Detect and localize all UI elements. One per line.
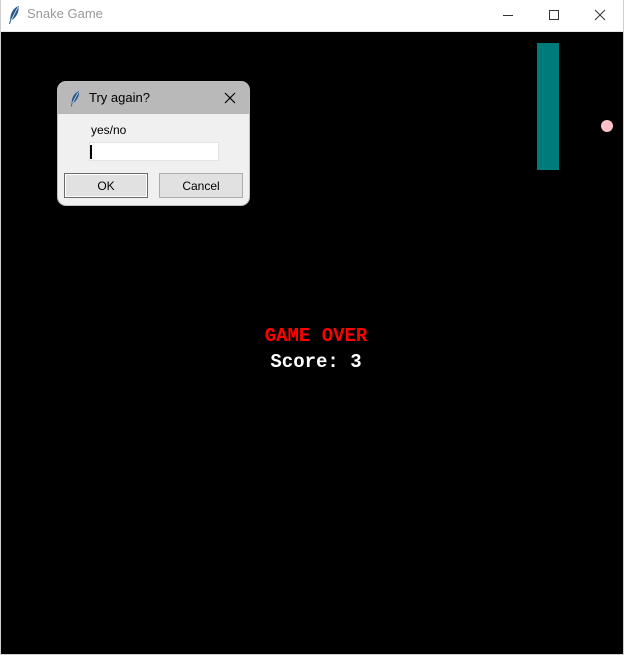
minimize-button[interactable] <box>485 0 531 30</box>
feather-icon <box>9 6 19 24</box>
app-window: Snake Game GAME OVER Score: 3 Try again?… <box>0 0 624 655</box>
score-text: Score: 3 <box>270 351 362 373</box>
close-button[interactable] <box>577 0 623 30</box>
text-caret <box>90 145 92 159</box>
window-titlebar[interactable]: Snake Game <box>1 0 623 30</box>
feather-icon <box>70 91 80 107</box>
close-icon <box>224 92 236 104</box>
close-icon <box>594 9 606 21</box>
cancel-button[interactable]: Cancel <box>159 173 243 198</box>
maximize-icon <box>549 10 559 20</box>
try-again-dialog: Try again? yes/no OK Cancel <box>58 82 249 205</box>
dialog-prompt: yes/no <box>91 123 127 137</box>
food-pellet <box>601 120 613 132</box>
dialog-close-button[interactable] <box>221 89 239 107</box>
game-over-text: GAME OVER <box>264 325 368 347</box>
maximize-button[interactable] <box>531 0 577 30</box>
ok-button[interactable]: OK <box>64 173 148 198</box>
dialog-title: Try again? <box>89 90 150 105</box>
dialog-titlebar[interactable]: Try again? <box>58 82 249 114</box>
answer-input[interactable] <box>89 142 219 161</box>
snake-body <box>537 43 559 170</box>
window-title: Snake Game <box>27 6 103 21</box>
minimize-icon <box>503 15 513 16</box>
